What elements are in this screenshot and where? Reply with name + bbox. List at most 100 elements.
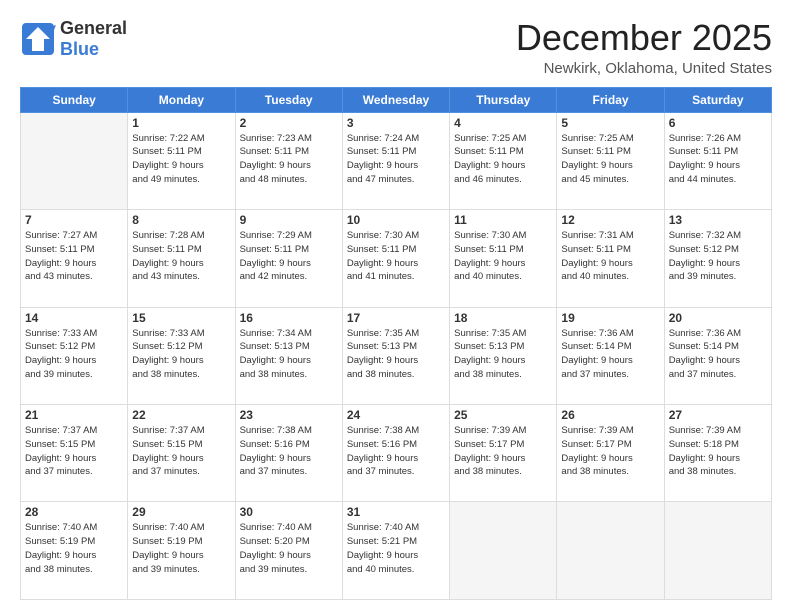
header: General Blue December 2025 Newkirk, Okla… xyxy=(20,18,772,77)
col-friday: Friday xyxy=(557,87,664,112)
day-info: Sunrise: 7:37 AM Sunset: 5:15 PM Dayligh… xyxy=(25,424,123,479)
calendar-cell: 24Sunrise: 7:38 AM Sunset: 5:16 PM Dayli… xyxy=(342,405,449,502)
calendar-cell xyxy=(557,502,664,600)
calendar-cell: 16Sunrise: 7:34 AM Sunset: 5:13 PM Dayli… xyxy=(235,307,342,404)
day-info: Sunrise: 7:33 AM Sunset: 5:12 PM Dayligh… xyxy=(132,327,230,382)
day-info: Sunrise: 7:34 AM Sunset: 5:13 PM Dayligh… xyxy=(240,327,338,382)
calendar-cell: 11 Sunrise: 7:30 AM Sunset: 5:11 PM Dayli… xyxy=(450,210,557,307)
day-number: 15 xyxy=(132,311,230,325)
calendar-cell: 13 Sunrise: 7:32 AM Sunset: 5:12 PM Dayli… xyxy=(664,210,771,307)
day-info: Sunrise: 7:36 AM Sunset: 5:14 PM Dayligh… xyxy=(669,327,767,382)
calendar-week-2: 7Sunrise: 7:27 AM Sunset: 5:11 PM Daylig… xyxy=(21,210,772,307)
calendar-week-5: 28Sunrise: 7:40 AM Sunset: 5:19 PM Dayli… xyxy=(21,502,772,600)
day-info: Sunrise: 7:30 AM Sunset: 5:11 PM Dayligh… xyxy=(454,229,552,284)
logo-general: General xyxy=(60,18,127,39)
calendar-cell: 21 Sunrise: 7:37 AM Sunset: 5:15 PM Dayli… xyxy=(21,405,128,502)
calendar-cell xyxy=(450,502,557,600)
calendar-cell: 30 Sunrise: 7:40 AM Sunset: 5:20 PM Dayli… xyxy=(235,502,342,600)
day-number: 2 xyxy=(240,116,338,130)
calendar-cell xyxy=(21,112,128,209)
day-info: Sunrise: 7:37 AM Sunset: 5:15 PM Dayligh… xyxy=(132,424,230,479)
calendar-cell: 15 Sunrise: 7:33 AM Sunset: 5:12 PM Dayli… xyxy=(128,307,235,404)
day-number: 12 xyxy=(561,213,659,227)
calendar-cell: 28Sunrise: 7:40 AM Sunset: 5:19 PM Dayli… xyxy=(21,502,128,600)
day-number: 5 xyxy=(561,116,659,130)
calendar-table: Sunday Monday Tuesday Wednesday Thursday… xyxy=(20,87,772,600)
calendar-cell: 19 Sunrise: 7:36 AM Sunset: 5:14 PM Dayli… xyxy=(557,307,664,404)
day-info: Sunrise: 7:40 AM Sunset: 5:20 PM Dayligh… xyxy=(240,521,338,576)
day-number: 3 xyxy=(347,116,445,130)
day-number: 31 xyxy=(347,505,445,519)
day-number: 29 xyxy=(132,505,230,519)
day-number: 4 xyxy=(454,116,552,130)
day-info: Sunrise: 7:32 AM Sunset: 5:12 PM Dayligh… xyxy=(669,229,767,284)
day-number: 27 xyxy=(669,408,767,422)
calendar-cell: 31 Sunrise: 7:40 AM Sunset: 5:21 PM Dayli… xyxy=(342,502,449,600)
col-thursday: Thursday xyxy=(450,87,557,112)
calendar-cell: 27 Sunrise: 7:39 AM Sunset: 5:18 PM Dayli… xyxy=(664,405,771,502)
day-info: Sunrise: 7:33 AM Sunset: 5:12 PM Dayligh… xyxy=(25,327,123,382)
calendar-cell xyxy=(664,502,771,600)
day-number: 17 xyxy=(347,311,445,325)
day-info: Sunrise: 7:31 AM Sunset: 5:11 PM Dayligh… xyxy=(561,229,659,284)
day-info: Sunrise: 7:40 AM Sunset: 5:19 PM Dayligh… xyxy=(25,521,123,576)
calendar-cell: 7Sunrise: 7:27 AM Sunset: 5:11 PM Daylig… xyxy=(21,210,128,307)
day-info: Sunrise: 7:35 AM Sunset: 5:13 PM Dayligh… xyxy=(347,327,445,382)
day-number: 19 xyxy=(561,311,659,325)
day-info: Sunrise: 7:23 AM Sunset: 5:11 PM Dayligh… xyxy=(240,132,338,187)
day-info: Sunrise: 7:38 AM Sunset: 5:16 PM Dayligh… xyxy=(240,424,338,479)
calendar-cell: 10Sunrise: 7:30 AM Sunset: 5:11 PM Dayli… xyxy=(342,210,449,307)
calendar-header-row: Sunday Monday Tuesday Wednesday Thursday… xyxy=(21,87,772,112)
day-number: 14 xyxy=(25,311,123,325)
day-info: Sunrise: 7:35 AM Sunset: 5:13 PM Dayligh… xyxy=(454,327,552,382)
day-info: Sunrise: 7:24 AM Sunset: 5:11 PM Dayligh… xyxy=(347,132,445,187)
calendar-cell: 6Sunrise: 7:26 AM Sunset: 5:11 PM Daylig… xyxy=(664,112,771,209)
day-info: Sunrise: 7:40 AM Sunset: 5:19 PM Dayligh… xyxy=(132,521,230,576)
day-number: 25 xyxy=(454,408,552,422)
col-tuesday: Tuesday xyxy=(235,87,342,112)
calendar-week-4: 21 Sunrise: 7:37 AM Sunset: 5:15 PM Dayli… xyxy=(21,405,772,502)
calendar-cell: 4 Sunrise: 7:25 AM Sunset: 5:11 PM Daylig… xyxy=(450,112,557,209)
calendar-cell: 3 Sunrise: 7:24 AM Sunset: 5:11 PM Daylig… xyxy=(342,112,449,209)
day-info: Sunrise: 7:36 AM Sunset: 5:14 PM Dayligh… xyxy=(561,327,659,382)
day-number: 21 xyxy=(25,408,123,422)
day-info: Sunrise: 7:29 AM Sunset: 5:11 PM Dayligh… xyxy=(240,229,338,284)
day-number: 8 xyxy=(132,213,230,227)
calendar-cell: 25Sunrise: 7:39 AM Sunset: 5:17 PM Dayli… xyxy=(450,405,557,502)
day-number: 22 xyxy=(132,408,230,422)
calendar-cell: 26 Sunrise: 7:39 AM Sunset: 5:17 PM Dayli… xyxy=(557,405,664,502)
calendar-cell: 18 Sunrise: 7:35 AM Sunset: 5:13 PM Dayli… xyxy=(450,307,557,404)
logo-icon xyxy=(20,21,56,57)
calendar-cell: 14 Sunrise: 7:33 AM Sunset: 5:12 PM Dayli… xyxy=(21,307,128,404)
day-info: Sunrise: 7:25 AM Sunset: 5:11 PM Dayligh… xyxy=(561,132,659,187)
day-number: 9 xyxy=(240,213,338,227)
day-number: 11 xyxy=(454,213,552,227)
page: General Blue December 2025 Newkirk, Okla… xyxy=(0,0,792,612)
day-number: 10 xyxy=(347,213,445,227)
logo-blue: Blue xyxy=(60,39,99,59)
calendar-cell: 1Sunrise: 7:22 AM Sunset: 5:11 PM Daylig… xyxy=(128,112,235,209)
calendar-cell: 22 Sunrise: 7:37 AM Sunset: 5:15 PM Dayli… xyxy=(128,405,235,502)
day-number: 6 xyxy=(669,116,767,130)
day-number: 18 xyxy=(454,311,552,325)
calendar-cell: 5 Sunrise: 7:25 AM Sunset: 5:11 PM Daylig… xyxy=(557,112,664,209)
calendar-cell: 23Sunrise: 7:38 AM Sunset: 5:16 PM Dayli… xyxy=(235,405,342,502)
calendar-cell: 9 Sunrise: 7:29 AM Sunset: 5:11 PM Daylig… xyxy=(235,210,342,307)
col-saturday: Saturday xyxy=(664,87,771,112)
month-title: December 2025 xyxy=(516,18,772,58)
calendar-cell: 17 Sunrise: 7:35 AM Sunset: 5:13 PM Dayli… xyxy=(342,307,449,404)
day-info: Sunrise: 7:39 AM Sunset: 5:18 PM Dayligh… xyxy=(669,424,767,479)
day-info: Sunrise: 7:39 AM Sunset: 5:17 PM Dayligh… xyxy=(561,424,659,479)
day-number: 30 xyxy=(240,505,338,519)
day-info: Sunrise: 7:40 AM Sunset: 5:21 PM Dayligh… xyxy=(347,521,445,576)
day-info: Sunrise: 7:38 AM Sunset: 5:16 PM Dayligh… xyxy=(347,424,445,479)
location: Newkirk, Oklahoma, United States xyxy=(516,60,772,77)
calendar-week-1: 1Sunrise: 7:22 AM Sunset: 5:11 PM Daylig… xyxy=(21,112,772,209)
title-area: December 2025 Newkirk, Oklahoma, United … xyxy=(516,18,772,77)
calendar-cell: 29 Sunrise: 7:40 AM Sunset: 5:19 PM Dayli… xyxy=(128,502,235,600)
day-info: Sunrise: 7:25 AM Sunset: 5:11 PM Dayligh… xyxy=(454,132,552,187)
day-info: Sunrise: 7:27 AM Sunset: 5:11 PM Dayligh… xyxy=(25,229,123,284)
day-number: 26 xyxy=(561,408,659,422)
calendar-cell: 12 Sunrise: 7:31 AM Sunset: 5:11 PM Dayli… xyxy=(557,210,664,307)
day-number: 13 xyxy=(669,213,767,227)
